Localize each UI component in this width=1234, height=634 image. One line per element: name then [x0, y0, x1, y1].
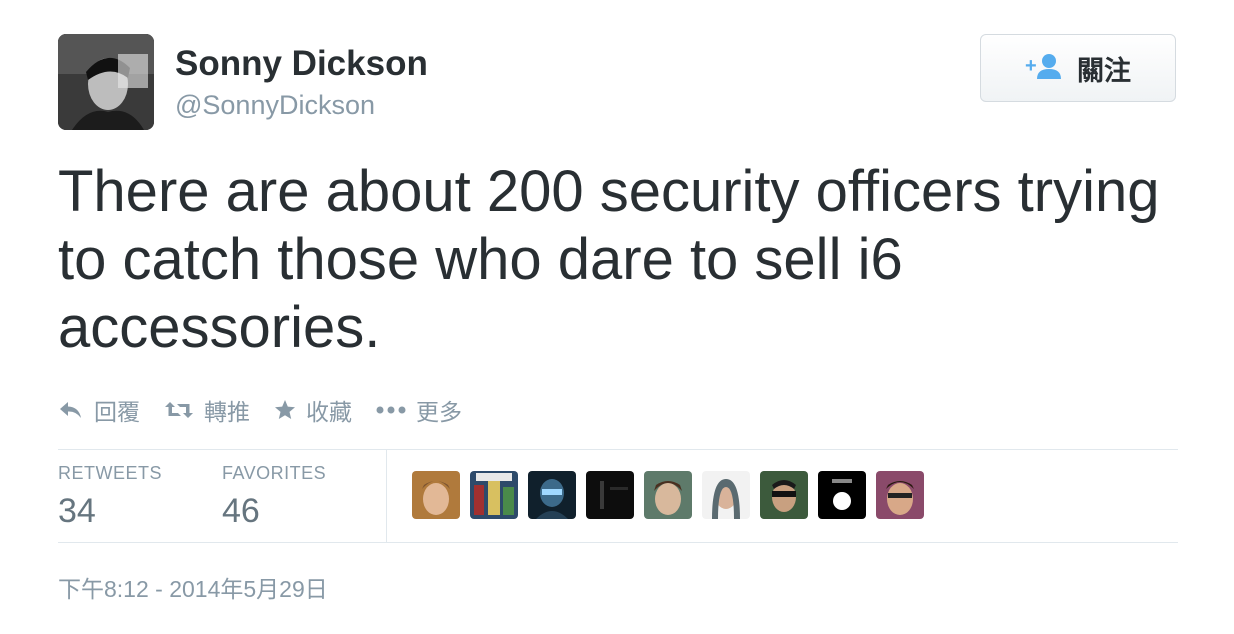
- favorites-stat[interactable]: FAVORITES 46: [222, 463, 326, 531]
- favorite-label: 收藏: [306, 399, 352, 425]
- more-action[interactable]: 更多: [376, 393, 462, 427]
- favorites-label: FAVORITES: [222, 463, 327, 483]
- favorite-action[interactable]: 收藏: [274, 393, 352, 427]
- display-name[interactable]: Sonny Dickson: [175, 44, 428, 84]
- retweet-label: 轉推: [204, 399, 250, 425]
- star-icon: [274, 399, 296, 421]
- favoriter-avatars: [412, 471, 924, 519]
- stats-vertical-divider: [386, 449, 387, 542]
- reply-arrow-icon: [58, 400, 84, 420]
- favoriter-avatar[interactable]: [818, 471, 866, 519]
- ellipsis-icon: [376, 405, 406, 415]
- favoriter-avatar[interactable]: [412, 471, 460, 519]
- more-label: 更多: [416, 399, 462, 425]
- follow-button-label: 關注: [1077, 55, 1131, 86]
- tweet-timestamp[interactable]: 下午8:12 - 2014年5月29日: [58, 570, 328, 604]
- stats-bottom-divider: [58, 542, 1178, 543]
- favorites-count: 46: [222, 492, 260, 530]
- tweet-actions: 回覆 轉推 收藏 更多: [58, 392, 486, 428]
- retweet-action[interactable]: 轉推: [164, 393, 250, 427]
- favoriter-avatar[interactable]: [644, 471, 692, 519]
- favoriter-avatar[interactable]: [470, 471, 518, 519]
- reply-action[interactable]: 回覆: [58, 393, 140, 427]
- follow-person-plus-icon: +: [1025, 52, 1063, 85]
- retweets-label: RETWEETS: [58, 463, 163, 483]
- favoriter-avatar[interactable]: [586, 471, 634, 519]
- retweet-icon: [164, 400, 194, 420]
- profile-avatar[interactable]: [58, 34, 154, 130]
- tweet-stats: RETWEETS 34 FAVORITES 46: [58, 449, 1178, 542]
- favoriter-avatar[interactable]: [528, 471, 576, 519]
- follow-button[interactable]: + 關注: [980, 34, 1176, 102]
- favoriter-avatar[interactable]: [760, 471, 808, 519]
- tweet-text: There are about 200 security officers tr…: [58, 159, 1160, 360]
- retweets-count: 34: [58, 492, 96, 530]
- retweets-stat[interactable]: RETWEETS 34: [58, 463, 162, 531]
- user-handle[interactable]: @SonnyDickson: [175, 90, 375, 121]
- reply-label: 回覆: [94, 399, 140, 425]
- favoriter-avatar[interactable]: [702, 471, 750, 519]
- favoriter-avatar[interactable]: [876, 471, 924, 519]
- svg-text:+: +: [1025, 55, 1037, 77]
